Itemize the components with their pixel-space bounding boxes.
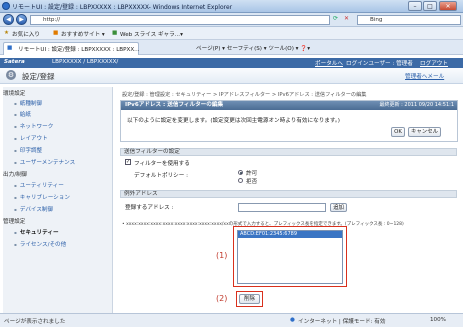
callout-label-2: (2) (216, 294, 228, 303)
favorites-button[interactable]: お気に入り (12, 30, 40, 38)
login-user: ログインユーザー : 管理者 (346, 61, 413, 67)
panel-title: IPv6アドレス : 送信フィルターの編集 (125, 102, 224, 108)
list-item[interactable]: ABCD:EF01:2345:6789 (238, 231, 342, 238)
zone-text: インターネット | 保護モード: 有効 (298, 319, 386, 325)
stop-icon[interactable]: ✕ (344, 15, 349, 22)
web-slice-icon: ■ (112, 30, 118, 36)
maximize-button[interactable]: □ (423, 1, 437, 11)
panel-header: IPv6アドレス : 送信フィルターの編集 最終更新 : 2011 09/20 … (121, 101, 457, 110)
suggested-sites-link[interactable]: おすすめサイト ▾ (61, 30, 105, 38)
sidebar-item-license[interactable]: ライセンス/その他 (14, 240, 67, 248)
use-filter-label: フィルターを使用する (134, 161, 190, 167)
sidebar-group-output: 出力/制御 (3, 172, 28, 178)
delete-button[interactable]: 削除 (239, 294, 260, 304)
web-slice-link[interactable]: Web スライス ギャラ...▾ (120, 30, 183, 38)
logout-link[interactable]: ログアウト (420, 59, 448, 67)
permit-radio[interactable] (238, 170, 243, 175)
cancel-button[interactable]: キャンセル (408, 127, 441, 137)
ok-button[interactable]: OK (391, 127, 405, 137)
sidebar-group-env: 環境設定 (3, 91, 26, 97)
sidebar-item-user-maintenance[interactable]: ユーザーメンテナンス (14, 158, 76, 166)
sidebar-item-paper-type[interactable]: 紙種制御 (14, 99, 42, 107)
search-input[interactable]: Bing (357, 15, 461, 25)
status-bar: ページが表示されました ● インターネット | 保護モード: 有効 100% (0, 313, 463, 327)
back-arrow-icon[interactable]: ◀ (3, 14, 14, 25)
settings-gear-icon: ⚙ (6, 70, 16, 80)
refresh-icon[interactable]: ⟳ (333, 15, 338, 22)
status-text: ページが表示されました (4, 319, 66, 325)
sidebar-item-paper-feed[interactable]: 給紙 (14, 110, 31, 118)
tab-row: ■ リモートUI : 設定/登録 : LBPXXXXX : LBPXX... ペ… (0, 40, 463, 55)
sidebar-item-security[interactable]: セキュリティー (14, 228, 59, 236)
favorites-bar: ★ お気に入り ■ おすすめサイト ▾ ■ Web スライス ギャラ...▾ (0, 27, 463, 40)
address-entry-input[interactable] (238, 203, 326, 212)
section-exception-address: 例外アドレス (120, 190, 457, 198)
browser-tab[interactable]: ■ リモートUI : 設定/登録 : LBPXXXXX : LBPXX... (3, 42, 140, 55)
brand-logo: Satera (4, 59, 25, 65)
ie-logo-icon (2, 2, 10, 10)
suggested-sites-icon: ■ (53, 30, 59, 36)
address-row: ◀ ▶ http:// ⟳ ✕ Bing (0, 13, 463, 27)
permit-label: 許可 (246, 171, 258, 177)
add-button[interactable]: 追加 (330, 203, 347, 212)
panel-message: 以下のように設定を変更します。(設定変更は次回主電源オン時より有効になります。) (127, 118, 340, 124)
deny-label: 拒否 (246, 179, 258, 185)
sidebar-item-layout[interactable]: レイアウト (14, 134, 48, 142)
portal-link[interactable]: ポータルへ (315, 59, 343, 67)
page-icon: ■ (7, 45, 13, 51)
page-title: 設定/登録 (22, 72, 55, 81)
use-filter-checkbox[interactable]: ✓ (125, 159, 131, 165)
admin-mail-link[interactable]: 管理者へメール (405, 72, 444, 80)
sidebar-group-admin: 管理設定 (3, 219, 26, 225)
default-policy-label: デフォルトポリシー : (134, 173, 189, 179)
address-entry-label: 登録するアドレス : (125, 205, 174, 211)
favorites-star-icon[interactable]: ★ (4, 30, 9, 36)
callout-label-1: (1) (216, 251, 228, 260)
globe-icon: ● (290, 317, 295, 323)
deny-radio[interactable] (238, 178, 243, 183)
close-button[interactable]: ✕ (439, 1, 457, 11)
page-header: ⚙ 設定/登録 管理者へメール (0, 68, 463, 84)
sidebar-item-print-adjust[interactable]: 印字調整 (14, 146, 42, 154)
zoom-level[interactable]: 100% (430, 317, 446, 323)
minimize-button[interactable]: – (408, 1, 422, 11)
device-name: LBPXXXXX / LBPXXXXX/ (52, 59, 119, 65)
sidebar-item-utility[interactable]: ユーティリティー (14, 181, 64, 189)
browser-tab-label: リモートUI : 設定/登録 : LBPXXXXX : LBPXX... (18, 47, 140, 53)
sidebar-item-device-control[interactable]: デバイス制御 (14, 205, 53, 213)
section-filter-settings: 送信フィルターの設定 (120, 148, 457, 156)
app-header-bar: Satera LBPXXXXX / LBPXXXXX/ ポータルへ ログインユー… (0, 58, 463, 68)
command-bar[interactable]: ページ(P) ▾ セーフティ(S) ▾ ツール(O) ▾ ❓▾ (196, 44, 310, 52)
sidebar-item-network[interactable]: ネットワーク (14, 122, 54, 130)
exception-address-list[interactable]: ABCD:EF01:2345:6789 (237, 230, 343, 284)
breadcrumb: 設定/登録 : 管理設定 : セキュリティー > IPアドレスフィルター > I… (122, 92, 367, 98)
sidebar-item-calibration[interactable]: キャリブレーション (14, 193, 70, 201)
window-title: リモートUI : 設定/登録 : LBPXXXXX : LBPXXXXX- Wi… (12, 4, 233, 11)
forward-arrow-icon[interactable]: ▶ (16, 14, 27, 25)
address-input[interactable]: http:// (30, 15, 330, 25)
edit-panel: IPv6アドレス : 送信フィルターの編集 最終更新 : 2011 09/20 … (120, 100, 458, 142)
last-updated: 最終更新 : 2011 09/20 14:51:1 (379, 102, 454, 108)
window-titlebar: リモートUI : 設定/登録 : LBPXXXXX : LBPXXXXX- Wi… (0, 0, 463, 13)
